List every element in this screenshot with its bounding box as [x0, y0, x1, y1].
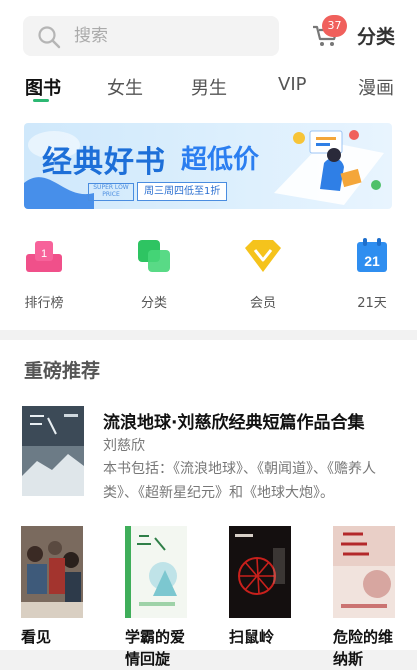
book-cover: [333, 526, 395, 618]
active-tab-indicator: [33, 99, 49, 102]
tab-books[interactable]: 图书: [25, 74, 61, 100]
quick-link-21days[interactable]: 21 21天: [347, 238, 397, 311]
cart-count-badge: 37: [322, 15, 347, 37]
section-title: 重磅推荐: [24, 360, 101, 382]
quick-link-label: 排行榜: [24, 296, 64, 311]
search-bar[interactable]: 搜索: [23, 16, 279, 56]
vip-diamond-icon: [245, 240, 281, 272]
book-cover: [229, 526, 291, 618]
quick-link-label: 分类: [140, 296, 167, 311]
search-placeholder: 搜索: [74, 26, 108, 46]
book-title: 扫鼠岭: [229, 628, 275, 646]
tab-bar: 图书 女生 男生 VIP 漫画: [0, 74, 417, 108]
category-squares-icon: [138, 240, 170, 272]
featured-book-author: 刘慈欣: [103, 438, 145, 454]
book-item[interactable]: 危险的维纳斯: [333, 526, 399, 670]
top-section: 搜索 37 分类 图书 女生 男生 VIP 漫画 经典好书 超低价 SUPER …: [0, 0, 417, 330]
banner-title-accent: 超低价: [181, 145, 260, 175]
ranking-podium-icon: 1: [26, 241, 62, 272]
banner-super-low-price: SUPER LOW PRICE: [88, 183, 134, 201]
quick-link-vip[interactable]: 会员: [238, 238, 288, 311]
banner-title-main: 经典好书: [42, 145, 166, 180]
quick-link-ranking[interactable]: 1 排行榜: [19, 238, 69, 311]
svg-text:1: 1: [41, 248, 47, 260]
featured-book-cover[interactable]: [22, 406, 84, 496]
tab-vip[interactable]: VIP: [278, 74, 306, 95]
book-title: 学霸的爱情回旋: [125, 628, 186, 668]
book-title: 危险的维纳斯: [333, 628, 394, 668]
book-cover: [21, 526, 83, 618]
recommend-section: 重磅推荐 流浪地球·刘慈欣经典短篇作品合集 刘慈欣 本书包括：《流浪地球》、《朝…: [0, 340, 417, 668]
promo-banner[interactable]: 经典好书 超低价 SUPER LOW PRICE 周三周四低至1折: [24, 123, 392, 209]
book-title: 看见: [21, 628, 52, 646]
search-icon: [38, 26, 61, 49]
book-item[interactable]: 学霸的爱情回旋: [125, 526, 191, 670]
tab-comics[interactable]: 漫画: [358, 74, 394, 100]
featured-book-description: 本书包括：《流浪地球》、《朝闻道》、《赡养人类》、《超新星纪元》和《地球大炮》。: [103, 461, 376, 501]
quick-link-label: 会员: [249, 296, 276, 311]
category-link[interactable]: 分类: [357, 22, 395, 49]
quick-link-label: 21天: [357, 296, 387, 311]
calendar-21-icon: 21: [357, 238, 387, 272]
book-item[interactable]: 扫鼠岭: [229, 526, 295, 648]
featured-book-title[interactable]: 流浪地球·刘慈欣经典短篇作品合集: [103, 408, 393, 433]
quick-link-category[interactable]: 分类: [129, 238, 179, 311]
tab-male[interactable]: 男生: [191, 74, 227, 100]
book-cover: [125, 526, 187, 618]
svg-text:21: 21: [364, 253, 380, 269]
banner-tag: 周三周四低至1折: [137, 182, 228, 201]
book-item[interactable]: 看见: [21, 526, 87, 648]
tab-female[interactable]: 女生: [107, 74, 143, 100]
